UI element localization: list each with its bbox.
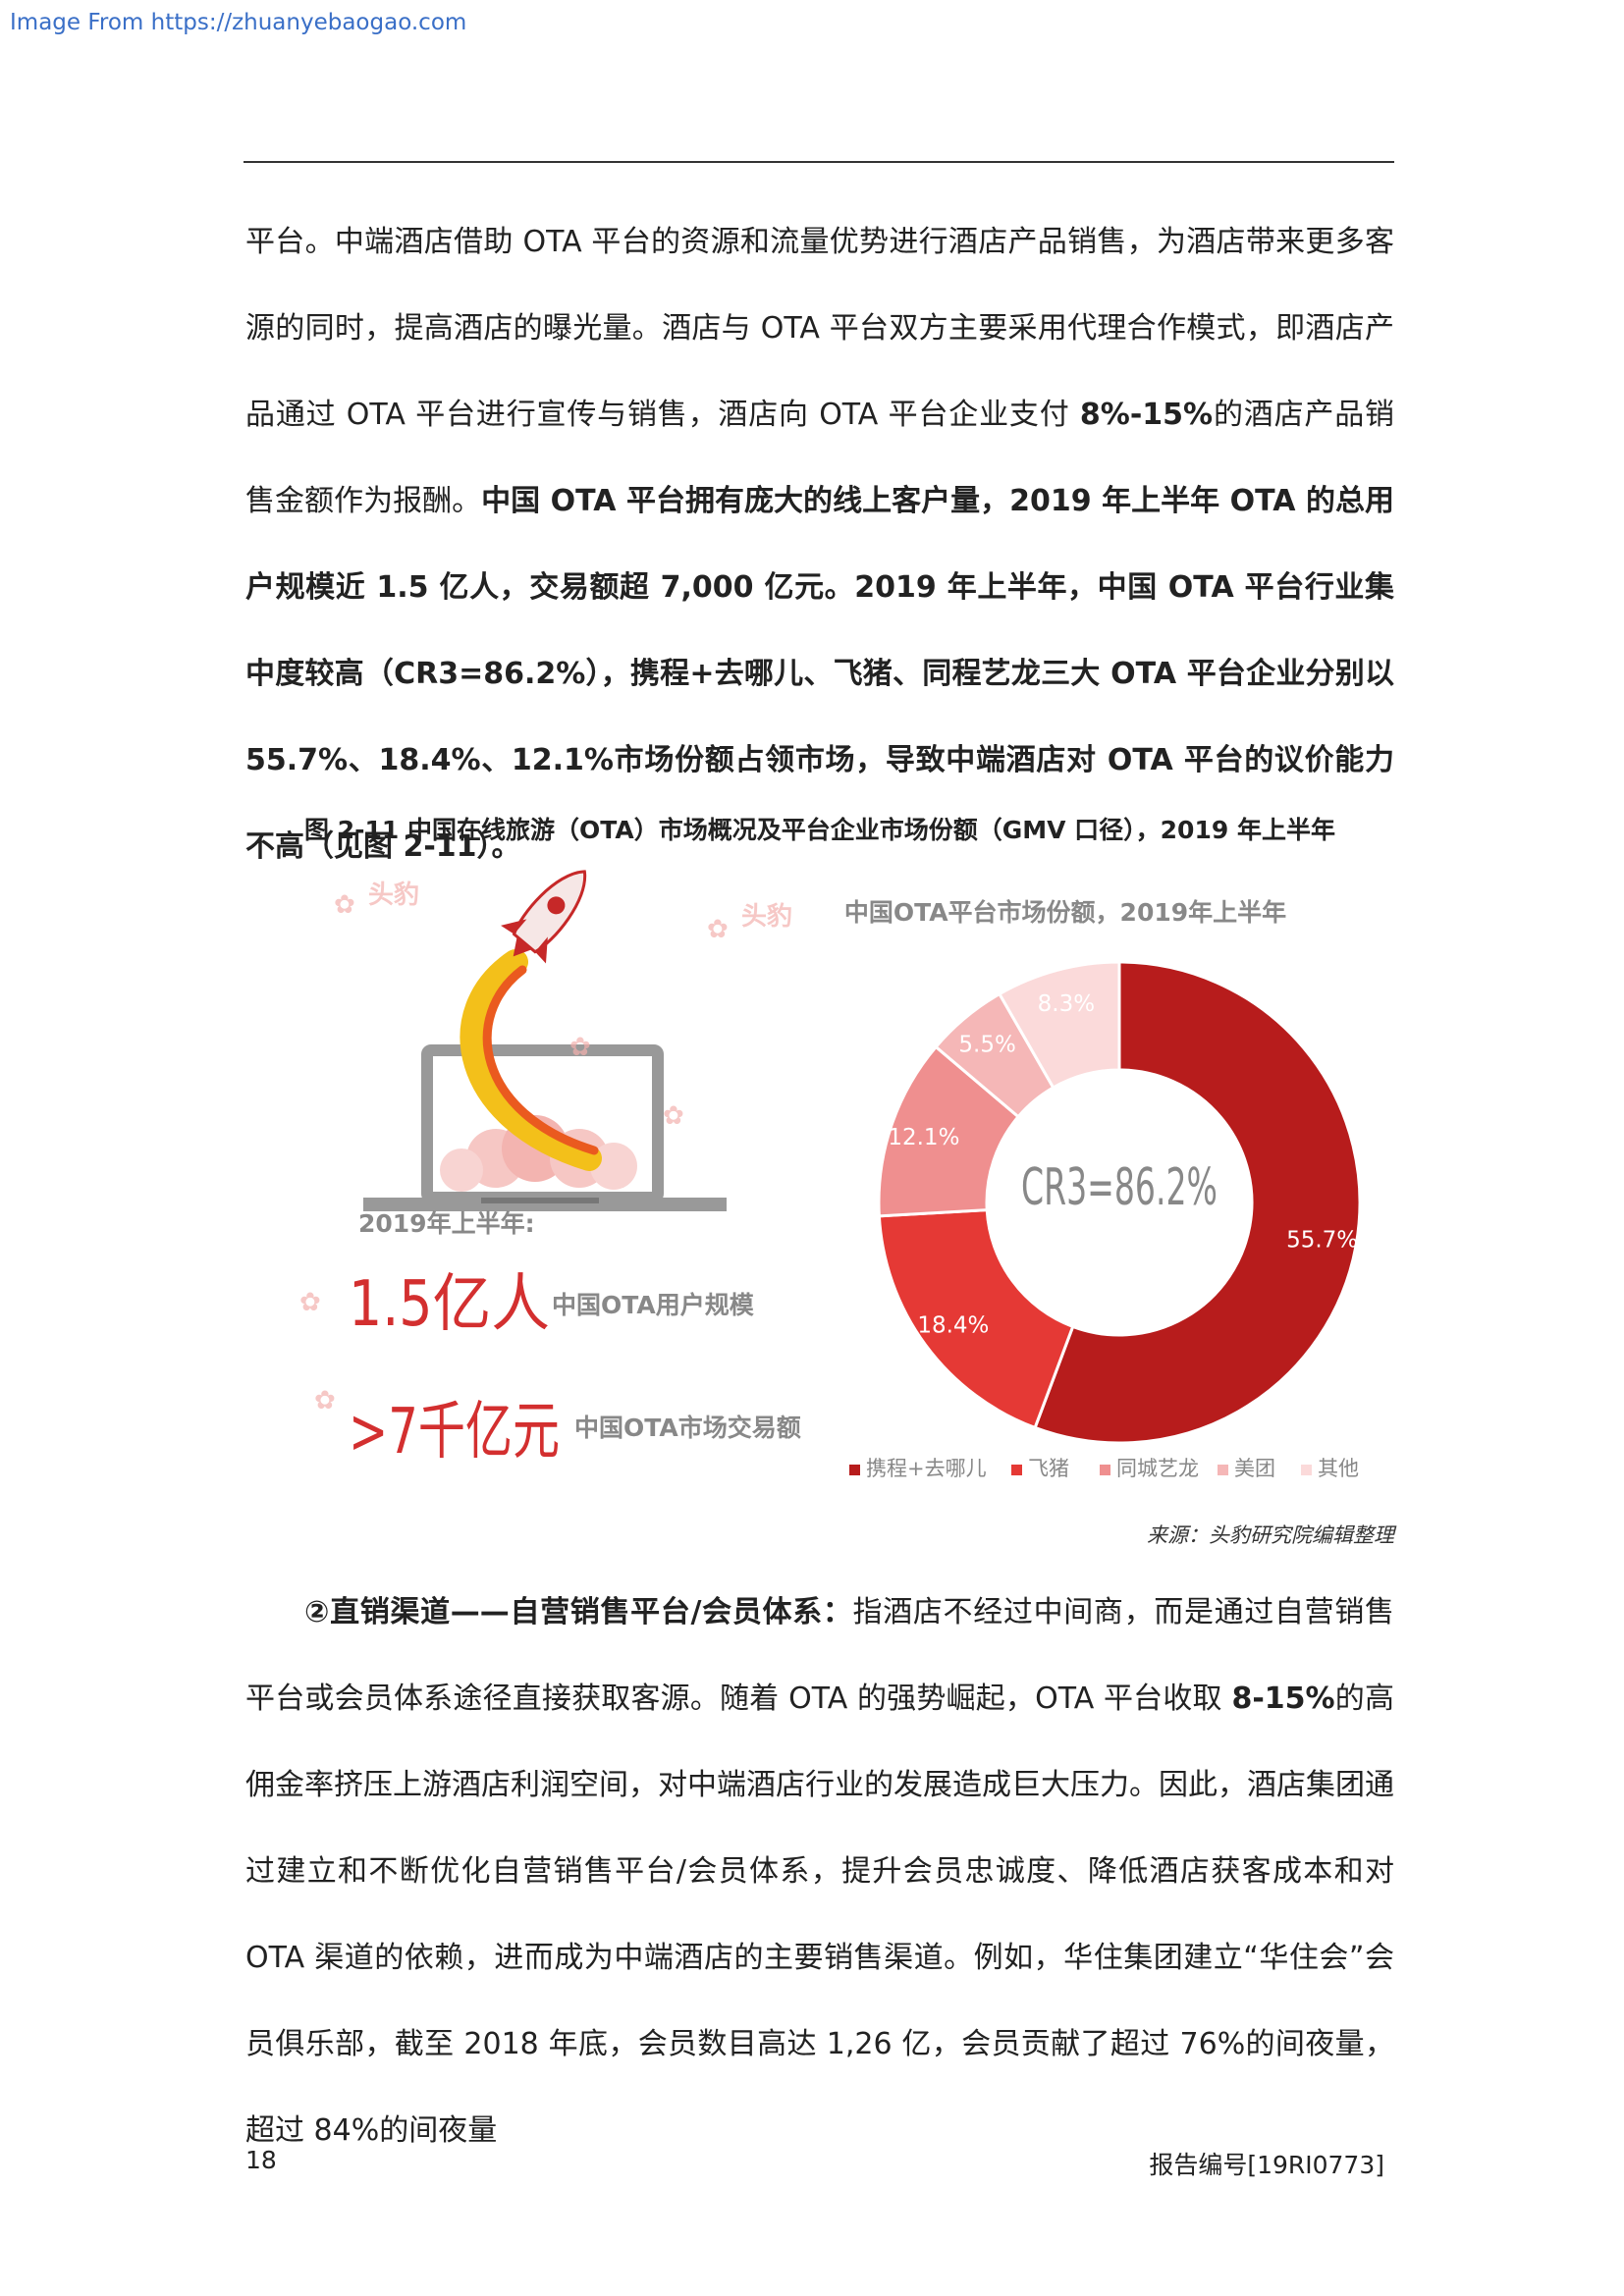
paragraph-2-text: ②直销渠道——自营销售平台/会员体系：指酒店不经过中间商，而是通过自营销售平台或…	[245, 1570, 1394, 2174]
watermark-seal-text-1: 头豹	[368, 880, 419, 910]
legend-label: 其他	[1318, 1457, 1359, 1480]
header-rule	[244, 161, 1394, 163]
figure-title: 图 2-11 中国在线旅游（OTA）市场概况及平台企业市场份额（GMV 口径），…	[304, 816, 1335, 844]
legend-label: 美团	[1234, 1457, 1275, 1480]
text-run: 的高佣金率挤压上游酒店利润空间，对中端酒店行业的发展造成巨大压力。因此，酒店集团…	[245, 1682, 1394, 2148]
users-value: 1.5亿人	[349, 1268, 550, 1341]
text-run: 中国 OTA 平台拥有庞大的线上客户量，2019 年上半年 OTA 的总用户规模…	[245, 484, 1394, 864]
text-run: ②直销渠道——自营销售平台/会员体系：	[304, 1595, 853, 1629]
slice-label: 18.4%	[917, 1313, 989, 1339]
chart-legend: 携程+去哪儿 飞猪 同城艺龙 美团 其他	[849, 1457, 1359, 1480]
text-run: 8%-15%	[1079, 398, 1214, 432]
svg-text:✿: ✿	[663, 1101, 684, 1131]
gmv-value: >7千亿元	[349, 1396, 560, 1468]
cr3-label: CR3=86.2%	[1021, 1158, 1218, 1217]
figure-svg: ✿ 头豹 ✿ 头豹 ✿ ✿ ✿ ✿ 2019年上半年: 1.5亿人 中国OTA用户规…	[299, 870, 1362, 1480]
legend-label: 携程+去哪儿	[866, 1457, 987, 1480]
legend-swatch	[849, 1465, 860, 1475]
page-number: 18	[245, 2146, 277, 2174]
paragraph-2: ②直销渠道——自营销售平台/会员体系：指酒店不经过中间商，而是通过自营销售平台或…	[245, 1570, 1394, 2174]
legend-swatch	[1100, 1465, 1110, 1475]
report-number: 报告编号[19RI0773]	[1149, 2151, 1384, 2179]
figure-2-11: ✿ 头豹 ✿ 头豹 ✿ ✿ ✿ ✿ 2019年上半年: 1.5亿人 中国OTA用户规…	[295, 864, 1394, 1502]
gmv-label: 中国OTA市场交易额	[574, 1414, 801, 1442]
period-label: 2019年上半年:	[358, 1209, 535, 1238]
slice-label: 8.3%	[1038, 991, 1095, 1017]
slice-label: 55.7%	[1286, 1227, 1358, 1253]
svg-text:✿: ✿	[707, 915, 729, 944]
legend-label: 同城艺龙	[1116, 1457, 1199, 1480]
text-run: 8-15%	[1231, 1682, 1335, 1716]
users-label: 中国OTA用户规模	[552, 1291, 755, 1319]
legend-swatch	[1011, 1465, 1022, 1475]
source-watermark: Image From https://zhuanyebaogao.com	[10, 10, 467, 35]
legend-swatch	[1301, 1465, 1312, 1475]
paragraph-1-text: 平台。中端酒店借助 OTA 平台的资源和流量优势进行酒店产品销售，为酒店带来更多…	[245, 199, 1394, 890]
svg-text:✿: ✿	[334, 890, 355, 920]
figure-source: 来源：头豹研究院编辑整理	[1147, 1523, 1394, 1547]
svg-text:✿: ✿	[299, 1288, 321, 1317]
svg-text:✿: ✿	[569, 1033, 591, 1062]
legend-swatch	[1218, 1465, 1228, 1475]
paragraph-1: 平台。中端酒店借助 OTA 平台的资源和流量优势进行酒店产品销售，为酒店带来更多…	[245, 199, 1394, 890]
watermark-seal-text-2: 头豹	[741, 901, 792, 932]
svg-text:✿: ✿	[314, 1386, 336, 1415]
slice-label: 5.5%	[958, 1033, 1015, 1058]
slice-label: 12.1%	[888, 1125, 959, 1150]
chart-title: 中国OTA平台市场份额，2019年上半年	[844, 898, 1286, 927]
legend-label: 飞猪	[1028, 1457, 1069, 1480]
